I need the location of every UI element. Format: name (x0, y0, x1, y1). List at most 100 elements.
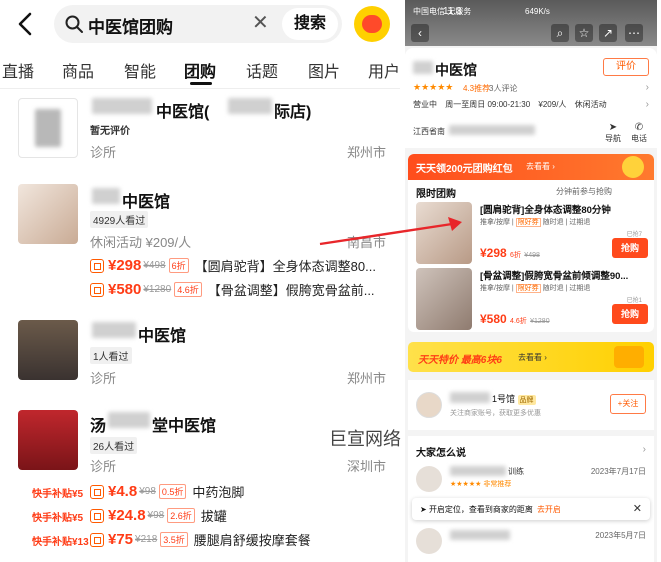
active-tab-indicator (190, 82, 212, 85)
banner-more-link[interactable]: 去看看 › (526, 161, 555, 172)
deal-card[interactable]: [骨盆调整]假胯宽骨盆前倾调整90... 推拿/按摩 | 限好券 随时退 | 过… (416, 268, 648, 332)
gift-icon (614, 346, 644, 368)
deal-discount: 6折 (168, 258, 189, 273)
deal-row[interactable]: ¥4.8 ¥98 0.5折 中药泡脚 (90, 482, 390, 502)
deal-tag: 过期退 (569, 219, 591, 226)
search-query[interactable]: 中医馆团购 (88, 13, 173, 38)
shop-name-tail: 际店) (274, 104, 312, 121)
deal-row[interactable]: ¥580 ¥1280 4.6折 【骨盆调整】假胯宽骨盆前... (90, 280, 390, 300)
buy-button[interactable]: 抢购 (612, 304, 648, 324)
shop-address[interactable]: 江西省南 (413, 126, 445, 137)
shop-account-label: 1号馆 (492, 394, 516, 404)
star-icon[interactable]: ☆ (575, 24, 593, 42)
deal-title: 腰腿肩舒缓按摩套餐 (193, 533, 311, 548)
more-icon[interactable]: ⋯ (625, 24, 643, 42)
reviewer-name: 训练 (508, 467, 524, 476)
blurred-name (92, 322, 136, 338)
location-toast[interactable]: ➤ 开启定位，查看到商家的距离 去开启 ✕ (412, 498, 650, 520)
deal-row[interactable]: ¥24.8 ¥98 2.6折 拔罐 (90, 506, 390, 526)
review-date: 2023年5月7日 (595, 531, 646, 540)
chevron-right-icon[interactable]: › (646, 82, 649, 93)
deal-row[interactable]: ¥75 ¥218 3.5折 腰腿肩舒缓按摩套餐 (90, 530, 390, 550)
search-input[interactable]: 中医馆团购 ✕ 搜索 (54, 5, 342, 43)
enable-location-link[interactable]: 去开启 (537, 505, 561, 514)
deal-tag: 限好券 (515, 218, 541, 227)
review-date: 2023年7月17日 (590, 467, 646, 476)
follow-button[interactable]: +关注 (610, 394, 646, 414)
phone-icon: ✆ (634, 122, 644, 133)
deal-image (416, 268, 472, 330)
buy-button[interactable]: 抢购 (612, 238, 648, 258)
deal-tag: 随时退 (542, 219, 564, 226)
shop-activity: 休闲活动 (574, 100, 607, 109)
deal-discount: 3.5折 (160, 532, 188, 547)
tab-group-buy[interactable]: 团购 (184, 58, 216, 82)
deal-price: ¥580 (480, 312, 507, 326)
back-arrow-icon[interactable] (12, 10, 40, 38)
tab-products[interactable]: 商品 (62, 58, 94, 82)
deal-discount: 6折 (510, 252, 521, 259)
group-buy-icon (90, 508, 104, 523)
shop-account-row[interactable]: 1号馆 品牌 关注商家账号，获取更多优惠 +关注 (408, 380, 654, 430)
search-button[interactable]: 搜索 (282, 8, 338, 40)
shop-info-card: 中医馆 评价 ★★★★★ 4.3推荐 3人评论 › 营业中 周一至周日 09:0… (405, 48, 657, 148)
list-item[interactable]: 中医馆( 际店) 暂无评价 诊所 郑州市 (0, 92, 400, 172)
status-time: 11:3 (443, 6, 462, 17)
deal-original-price: ¥1280 (143, 284, 172, 295)
banner-title: 天天领200元团购红包 (416, 164, 513, 175)
evaluate-label: 评价 (616, 61, 636, 72)
annotation-arrow-icon (319, 217, 462, 246)
deal-original-price: ¥498 (524, 252, 540, 259)
deal-row[interactable]: ¥298 ¥498 6折 【圆肩驼背】全身体态调整80... (90, 256, 390, 276)
coin-icon (622, 156, 644, 178)
deal-title: 【圆肩驼背】全身体态调整80... (194, 259, 376, 274)
daily-special-banner[interactable]: 天天特价 最高6块6 去看看 › (408, 342, 654, 372)
group-buy-icon (90, 484, 104, 499)
blurred-name (92, 188, 120, 204)
evaluate-button[interactable]: 评价 (603, 58, 649, 76)
shop-name: 中医馆( (156, 104, 210, 121)
search-icon (65, 15, 83, 33)
shop-thumbnail (18, 320, 78, 380)
shop-name: 中医馆 (122, 194, 171, 211)
deal-price-block: ¥298 6折 ¥498 (480, 246, 540, 260)
subsidy-tag: 快手补贴¥5 (32, 489, 84, 500)
close-icon[interactable]: ✕ (252, 13, 269, 33)
business-hours[interactable]: 营业中 周一至周日 09:00-21:30 ¥209/人 休闲活动 (413, 99, 607, 110)
deal-tags: 推拿/按摩 | 限好券 随时退 | 过期退 (480, 284, 591, 293)
call-button[interactable]: ✆ 电话 (627, 122, 651, 144)
deal-tag: 推拿/按摩 (480, 219, 510, 226)
deal-original-price: ¥498 (143, 260, 166, 271)
shop-thumbnail (18, 410, 78, 470)
back-arrow-icon[interactable]: ‹ (411, 24, 429, 42)
review-count: 3人评论 (489, 84, 518, 93)
tab-smart[interactable]: 智能 (124, 58, 156, 82)
red-packet-banner[interactable]: 天天领200元团购红包 去看看 › (408, 154, 654, 180)
navigate-button[interactable]: ➤ 导航 (601, 122, 625, 144)
shop-category: 诊所 (90, 145, 117, 160)
list-item[interactable]: 中医馆 1人看过 诊所 郑州市 (0, 316, 400, 396)
deal-tag: 随时退 (542, 285, 564, 292)
divider (0, 88, 400, 89)
chevron-right-icon[interactable]: › (646, 99, 649, 110)
tab-live[interactable]: 直播 (2, 58, 34, 82)
reviews-title: 大家怎么说 (416, 448, 466, 459)
navigate-label: 导航 (605, 134, 621, 143)
deal-original-price: ¥98 (147, 510, 165, 521)
rating-stars-icon: ★★★★★ (413, 82, 454, 92)
search-topbar: 中医馆团购 ✕ 搜索 (0, 0, 400, 48)
special-more-link[interactable]: 去看看 › (518, 352, 547, 363)
avatar[interactable] (354, 6, 390, 42)
call-label: 电话 (631, 134, 647, 143)
deal-original-price: ¥98 (139, 486, 156, 497)
tab-topics[interactable]: 话题 (246, 58, 278, 82)
deal-discount: 4.6折 (510, 318, 527, 325)
shop-category: 诊所 (90, 459, 117, 474)
tab-images[interactable]: 图片 (308, 58, 340, 82)
close-icon[interactable]: ✕ (633, 502, 642, 515)
brand-badge: 品牌 (517, 395, 536, 405)
share-icon[interactable]: ↗ (599, 24, 617, 42)
tab-users[interactable]: 用户 (368, 58, 400, 82)
search-icon[interactable]: ⌕ (551, 24, 569, 42)
chevron-right-icon[interactable]: › (643, 444, 646, 455)
